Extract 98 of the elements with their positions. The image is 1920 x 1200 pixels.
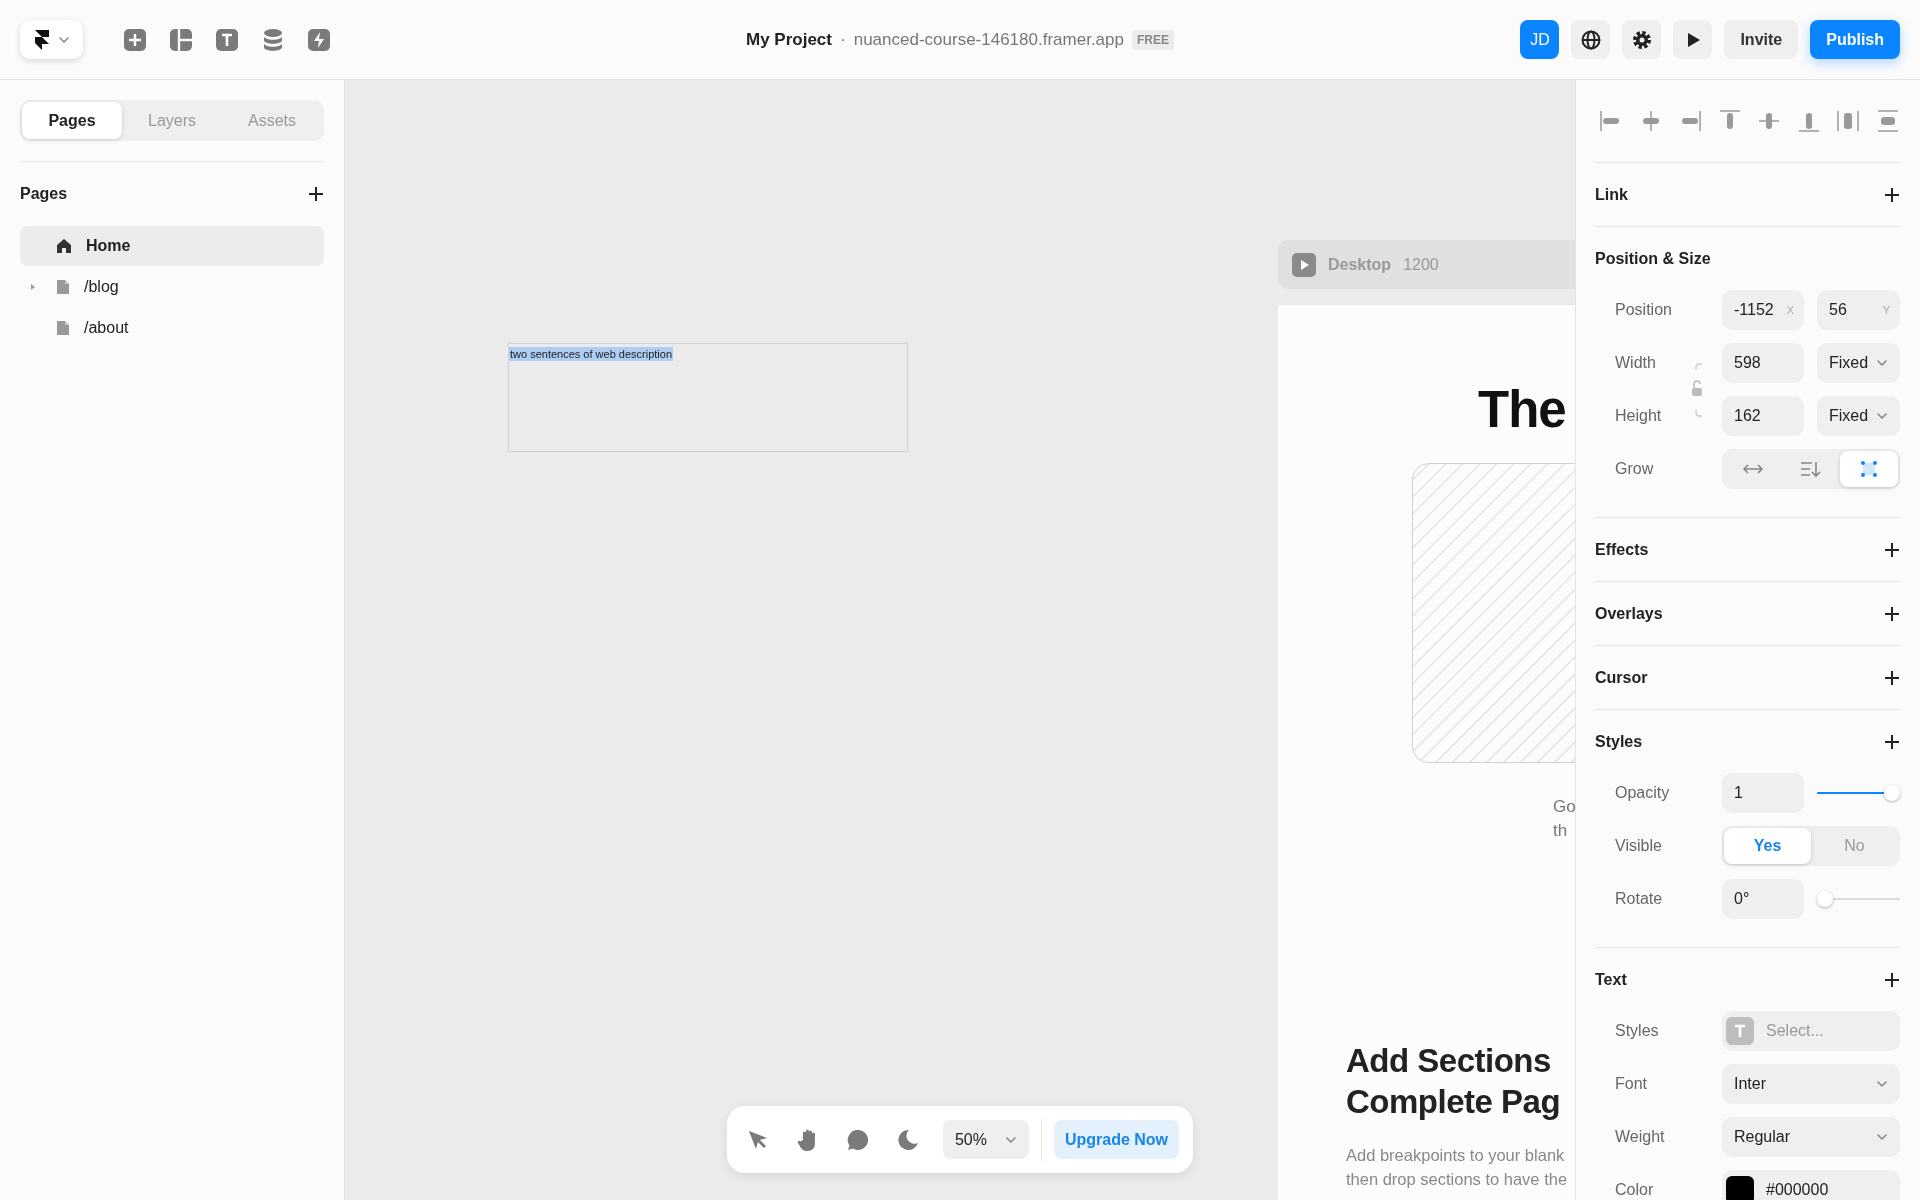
property-label: Width: [1614, 354, 1657, 372]
panel-tab[interactable]: Pages: [22, 102, 122, 139]
toggle-option[interactable]: Yes: [1724, 828, 1811, 864]
text-icon[interactable]: [215, 27, 239, 52]
property-label: Visible: [1614, 837, 1663, 855]
frame-width: 1200: [1403, 255, 1439, 274]
property-label: Styles: [1614, 1022, 1660, 1040]
property-label: Font: [1614, 1075, 1648, 1093]
moon-icon[interactable]: [896, 1128, 919, 1151]
site-domain[interactable]: nuanced-course-146180.framer.app: [853, 29, 1124, 50]
page-item[interactable]: Home: [20, 226, 324, 266]
add-icon[interactable]: [1884, 971, 1900, 988]
add-icon[interactable]: [1884, 186, 1900, 203]
comment-icon[interactable]: [846, 1128, 869, 1151]
property-label: Color: [1614, 1181, 1655, 1199]
axis-label: Y: [1882, 304, 1890, 316]
section-title: Position & Size: [1595, 249, 1711, 268]
number-field[interactable]: 56 Y: [1817, 290, 1900, 330]
play-icon[interactable]: [1673, 20, 1713, 59]
invite-button[interactable]: Invite: [1724, 20, 1799, 59]
dropdown[interactable]: Regular: [1722, 1117, 1900, 1157]
add-icon[interactable]: [1884, 733, 1900, 750]
slider-thumb[interactable]: [1884, 785, 1900, 801]
text-style-icon: [1726, 1017, 1754, 1045]
chevron-down-icon: [1876, 359, 1888, 367]
property-label: Opacity: [1614, 784, 1671, 802]
number-field[interactable]: 1: [1722, 773, 1804, 813]
property-label: Grow: [1614, 460, 1655, 478]
text-layer-frame[interactable]: two sentences of web description: [508, 343, 908, 452]
grow-option[interactable]: [1840, 451, 1898, 487]
distribute-horizontal-icon[interactable]: [1836, 109, 1861, 133]
add-icon[interactable]: [1884, 605, 1900, 622]
chevron-down-icon: [1876, 1080, 1888, 1088]
chevron-down-icon: [1004, 1135, 1017, 1144]
text-layer: two sentences of web description: [509, 347, 674, 361]
section-heading-line: Add Sections: [1346, 1041, 1552, 1081]
cursor-icon[interactable]: [746, 1128, 769, 1151]
user-avatar[interactable]: JD: [1520, 20, 1560, 59]
page-item[interactable]: /blog: [20, 267, 324, 307]
size-mode-dropdown[interactable]: Fixed: [1817, 396, 1900, 436]
number-field[interactable]: 162: [1722, 396, 1804, 436]
page-icon: [56, 279, 70, 295]
caption-line: Go: [1553, 796, 1575, 818]
fixed-size-icon: [1860, 460, 1878, 478]
slider[interactable]: [1817, 891, 1900, 907]
globe-icon[interactable]: [1571, 20, 1611, 59]
number-field[interactable]: 598: [1722, 343, 1804, 383]
property-label: Weight: [1614, 1128, 1666, 1146]
home-icon: [56, 238, 72, 254]
chevron-down-icon: [1876, 1133, 1888, 1141]
caption-line: th: [1553, 820, 1569, 842]
section-title: Pages: [20, 185, 68, 203]
add-icon[interactable]: [1884, 541, 1900, 558]
page-icon: [56, 320, 70, 336]
horizontal-arrows-icon: [1742, 463, 1764, 475]
separator: ·: [840, 29, 846, 50]
add-icon[interactable]: [308, 186, 324, 202]
logo-menu-button[interactable]: [20, 20, 83, 59]
color-field[interactable]: #000000: [1722, 1170, 1900, 1200]
distribute-vertical-icon[interactable]: [1875, 109, 1900, 133]
axis-label: X: [1786, 304, 1794, 316]
caret-icon[interactable]: [30, 283, 36, 291]
paragraph-line: then drop sections to have the: [1346, 1169, 1568, 1190]
insert-icon[interactable]: [123, 27, 147, 52]
hero-title: The: [1478, 380, 1566, 439]
section-title: Effects: [1595, 540, 1649, 559]
publish-button[interactable]: Publish: [1810, 20, 1900, 59]
section-title: Text: [1595, 970, 1627, 989]
frame-name: Desktop: [1328, 255, 1392, 274]
zoom-dropdown[interactable]: 50%: [942, 1120, 1029, 1159]
slider[interactable]: [1817, 785, 1900, 801]
page-item[interactable]: /about: [20, 308, 324, 348]
add-icon[interactable]: [1884, 669, 1900, 686]
plan-badge: FREE: [1131, 29, 1174, 50]
chevron-down-icon: [1876, 412, 1888, 420]
slider-thumb[interactable]: [1817, 891, 1833, 907]
section-title: Link: [1595, 185, 1628, 204]
project-name: My Project: [746, 29, 832, 50]
style-field[interactable]: Select...: [1722, 1011, 1900, 1051]
section-title: Styles: [1595, 732, 1643, 751]
settings-icon[interactable]: [1622, 20, 1662, 59]
chevron-down-icon: [57, 35, 70, 44]
number-field[interactable]: 0°: [1722, 879, 1804, 919]
lightning-icon[interactable]: [307, 27, 331, 52]
lines-down-arrow-icon: [1800, 460, 1822, 478]
property-label: Height: [1614, 407, 1663, 425]
size-mode-dropdown[interactable]: Fixed: [1817, 343, 1900, 383]
section-heading-line: Complete Pag: [1346, 1082, 1561, 1122]
paragraph-line: Add breakpoints to your blank: [1346, 1145, 1566, 1166]
database-icon[interactable]: [261, 27, 285, 52]
layout-icon[interactable]: [169, 27, 193, 52]
dropdown[interactable]: Inter: [1722, 1064, 1900, 1104]
number-field[interactable]: -1152 X: [1722, 290, 1804, 330]
property-label: Position: [1614, 301, 1673, 319]
section-title: Cursor: [1595, 668, 1648, 687]
logo-icon: [33, 28, 50, 51]
property-label: Rotate: [1614, 890, 1664, 908]
section-title: Overlays: [1595, 604, 1663, 623]
